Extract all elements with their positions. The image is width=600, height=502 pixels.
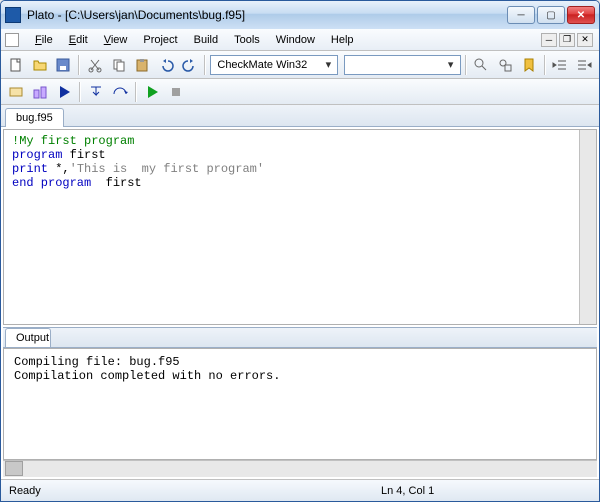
mdi-restore-button[interactable]: ❐	[559, 33, 575, 47]
titlebar[interactable]: Plato - [C:\Users\jan\Documents\bug.f95]…	[1, 1, 599, 29]
mdi-close-button[interactable]: ✕	[577, 33, 593, 47]
status-ready: Ready	[9, 485, 41, 497]
paste-button[interactable]	[131, 54, 153, 76]
config-combo-text: CheckMate Win32	[217, 59, 307, 71]
code-content[interactable]: !My first program program first print *,…	[4, 130, 579, 324]
config-combo[interactable]: CheckMate Win32 ▾	[210, 55, 338, 75]
separator	[79, 82, 81, 102]
separator	[135, 82, 137, 102]
indent-button[interactable]	[573, 54, 595, 76]
editor-horizontal-scrollbar[interactable]	[4, 324, 596, 325]
window-title: Plato - [C:\Users\jan\Documents\bug.f95]	[27, 8, 507, 22]
step-over-button[interactable]	[109, 81, 131, 103]
editor-area: !My first program program first print *,…	[1, 127, 599, 479]
separator	[204, 55, 206, 75]
execute-button[interactable]	[53, 81, 75, 103]
minimize-button[interactable]: ─	[507, 6, 535, 24]
file-tab[interactable]: bug.f95	[5, 108, 64, 127]
outdent-button[interactable]	[550, 54, 572, 76]
code-editor[interactable]: !My first program program first print *,…	[3, 129, 597, 325]
dropdown-arrow-icon: ▾	[444, 58, 458, 71]
statusbar: Ready Ln 4, Col 1	[1, 479, 599, 501]
output-horizontal-scrollbar[interactable]	[3, 460, 597, 477]
mdi-minimize-button[interactable]: ─	[541, 33, 557, 47]
menu-project[interactable]: Project	[135, 32, 185, 48]
find-button[interactable]	[471, 54, 493, 76]
output-text[interactable]: Compiling file: bug.f95 Compilation comp…	[3, 348, 597, 460]
menu-window[interactable]: Window	[268, 32, 323, 48]
save-button[interactable]	[52, 54, 74, 76]
app-window: Plato - [C:\Users\jan\Documents\bug.f95]…	[0, 0, 600, 502]
build-button[interactable]	[29, 81, 51, 103]
toolbar-build	[1, 79, 599, 105]
stop-button[interactable]	[165, 81, 187, 103]
new-file-button[interactable]	[5, 54, 27, 76]
output-tab[interactable]: Output	[5, 328, 51, 347]
scroll-thumb[interactable]	[5, 461, 23, 476]
maximize-button[interactable]: ▢	[537, 6, 565, 24]
secondary-combo[interactable]: ▾	[344, 55, 460, 75]
editor-vertical-scrollbar[interactable]	[579, 130, 596, 324]
compile-button[interactable]	[5, 81, 27, 103]
bookmark-button[interactable]	[518, 54, 540, 76]
menubar: File Edit View Project Build Tools Windo…	[1, 29, 599, 51]
app-icon	[5, 7, 21, 23]
cut-button[interactable]	[84, 54, 106, 76]
document-icon	[5, 33, 19, 47]
copy-button[interactable]	[108, 54, 130, 76]
close-button[interactable]: ✕	[567, 6, 595, 24]
undo-button[interactable]	[155, 54, 177, 76]
run-debug-button[interactable]	[141, 81, 163, 103]
menu-help[interactable]: Help	[323, 32, 362, 48]
menu-file[interactable]: File	[27, 32, 61, 48]
menu-view[interactable]: View	[96, 32, 136, 48]
menu-tools[interactable]: Tools	[226, 32, 268, 48]
separator	[78, 55, 80, 75]
menu-edit[interactable]: Edit	[61, 32, 96, 48]
status-cursor-position: Ln 4, Col 1	[381, 485, 434, 497]
separator	[544, 55, 546, 75]
dropdown-arrow-icon: ▾	[321, 58, 335, 71]
toolbar-main: CheckMate Win32 ▾ ▾	[1, 51, 599, 79]
separator	[465, 55, 467, 75]
menu-build[interactable]: Build	[186, 32, 226, 48]
output-pane: Output Compiling file: bug.f95 Compilati…	[3, 327, 597, 477]
editor-tabstrip: bug.f95	[1, 105, 599, 127]
open-file-button[interactable]	[29, 54, 51, 76]
step-into-button[interactable]	[85, 81, 107, 103]
redo-button[interactable]	[179, 54, 201, 76]
find-in-files-button[interactable]	[494, 54, 516, 76]
